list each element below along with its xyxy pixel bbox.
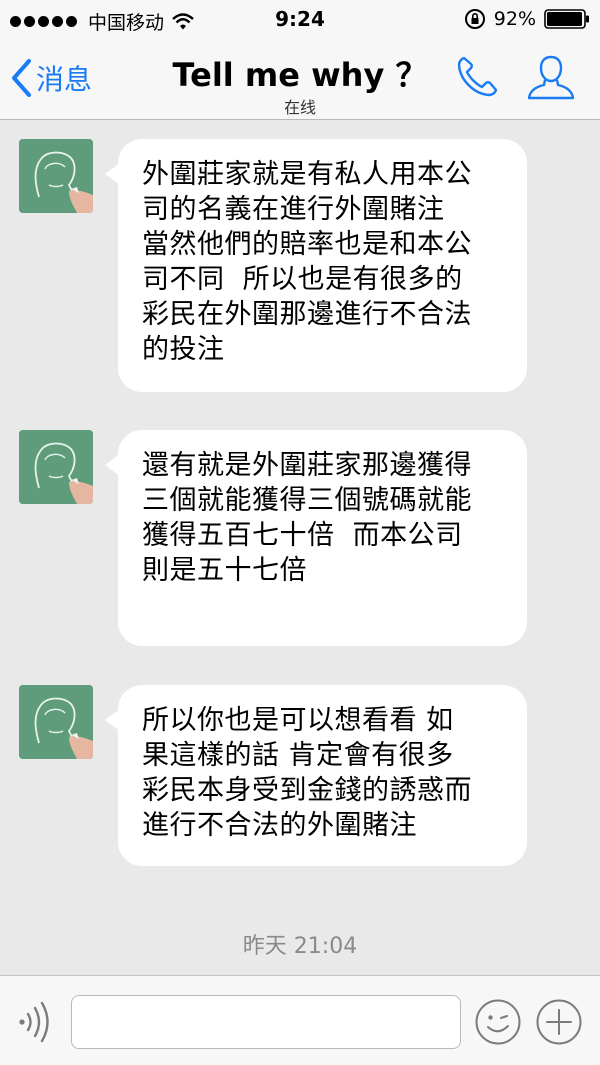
- message-line: 則是五十七倍: [142, 555, 307, 586]
- message-line: 司的名義在進行外圍賭注: [142, 194, 445, 225]
- message-line: 果這樣的話 肯定會有很多: [142, 740, 454, 771]
- message-line: 的投注: [142, 334, 225, 365]
- avatar-image: [19, 430, 93, 504]
- message-input[interactable]: [71, 995, 461, 1049]
- navigation-bar: 消息 Tell me why ？ 在线: [0, 40, 600, 120]
- message-bubble[interactable]: 所以你也是可以想看看 如 果這樣的話 肯定會有很多 彩民本身受到金錢的誘惑而 進…: [105, 685, 527, 866]
- online-status: 在线: [283, 98, 316, 117]
- battery-percentage: 92%: [493, 8, 536, 30]
- avatar-icon[interactable]: [19, 139, 93, 213]
- message-line: 進行不合法的外圍賭注: [142, 810, 417, 841]
- person-icon[interactable]: [525, 52, 577, 104]
- emoji-icon[interactable]: [474, 998, 522, 1046]
- message-line: 獲得五百七十倍 而本公司: [142, 520, 463, 551]
- status-right: 92%: [464, 8, 590, 30]
- message-line: 彩民本身受到金錢的誘惑而: [142, 775, 472, 806]
- status-bar: 中国移动 9:24 92%: [0, 0, 600, 40]
- plus-icon[interactable]: [535, 998, 583, 1046]
- message-bubble[interactable]: 還有就是外圍莊家那邊獲得 三個就能獲得三個號碼就能 獲得五百七十倍 而本公司 則…: [105, 430, 527, 646]
- battery-icon: [544, 9, 589, 29]
- voice-icon[interactable]: [14, 1000, 56, 1044]
- phone-icon[interactable]: [452, 52, 502, 102]
- input-bar: [0, 975, 600, 1065]
- avatar-icon[interactable]: [19, 430, 93, 504]
- message-line: 三個就能獲得三個號碼就能: [142, 485, 472, 516]
- message-line: 當然他們的賠率也是和本公: [142, 229, 472, 260]
- message-line: 外圍莊家就是有私人用本公: [142, 159, 472, 190]
- avatar-image: [19, 685, 93, 759]
- message-bubble[interactable]: 外圍莊家就是有私人用本公 司的名義在進行外圍賭注 當然他們的賠率也是和本公 司不…: [105, 139, 527, 392]
- message-line: 還有就是外圍莊家那邊獲得: [142, 450, 472, 481]
- avatar-image: [19, 139, 93, 213]
- message-line: 司不同 所以也是有很多的: [142, 264, 463, 295]
- rotation-lock-icon: [464, 9, 485, 29]
- avatar-icon[interactable]: [19, 685, 93, 759]
- message-line: 彩民在外圍那邊進行不合法: [142, 299, 472, 330]
- chat-title: Tell me why ？: [172, 56, 428, 94]
- message-timestamp: 昨天 21:04: [242, 934, 358, 959]
- message-line: 所以你也是可以想看看 如: [142, 705, 454, 736]
